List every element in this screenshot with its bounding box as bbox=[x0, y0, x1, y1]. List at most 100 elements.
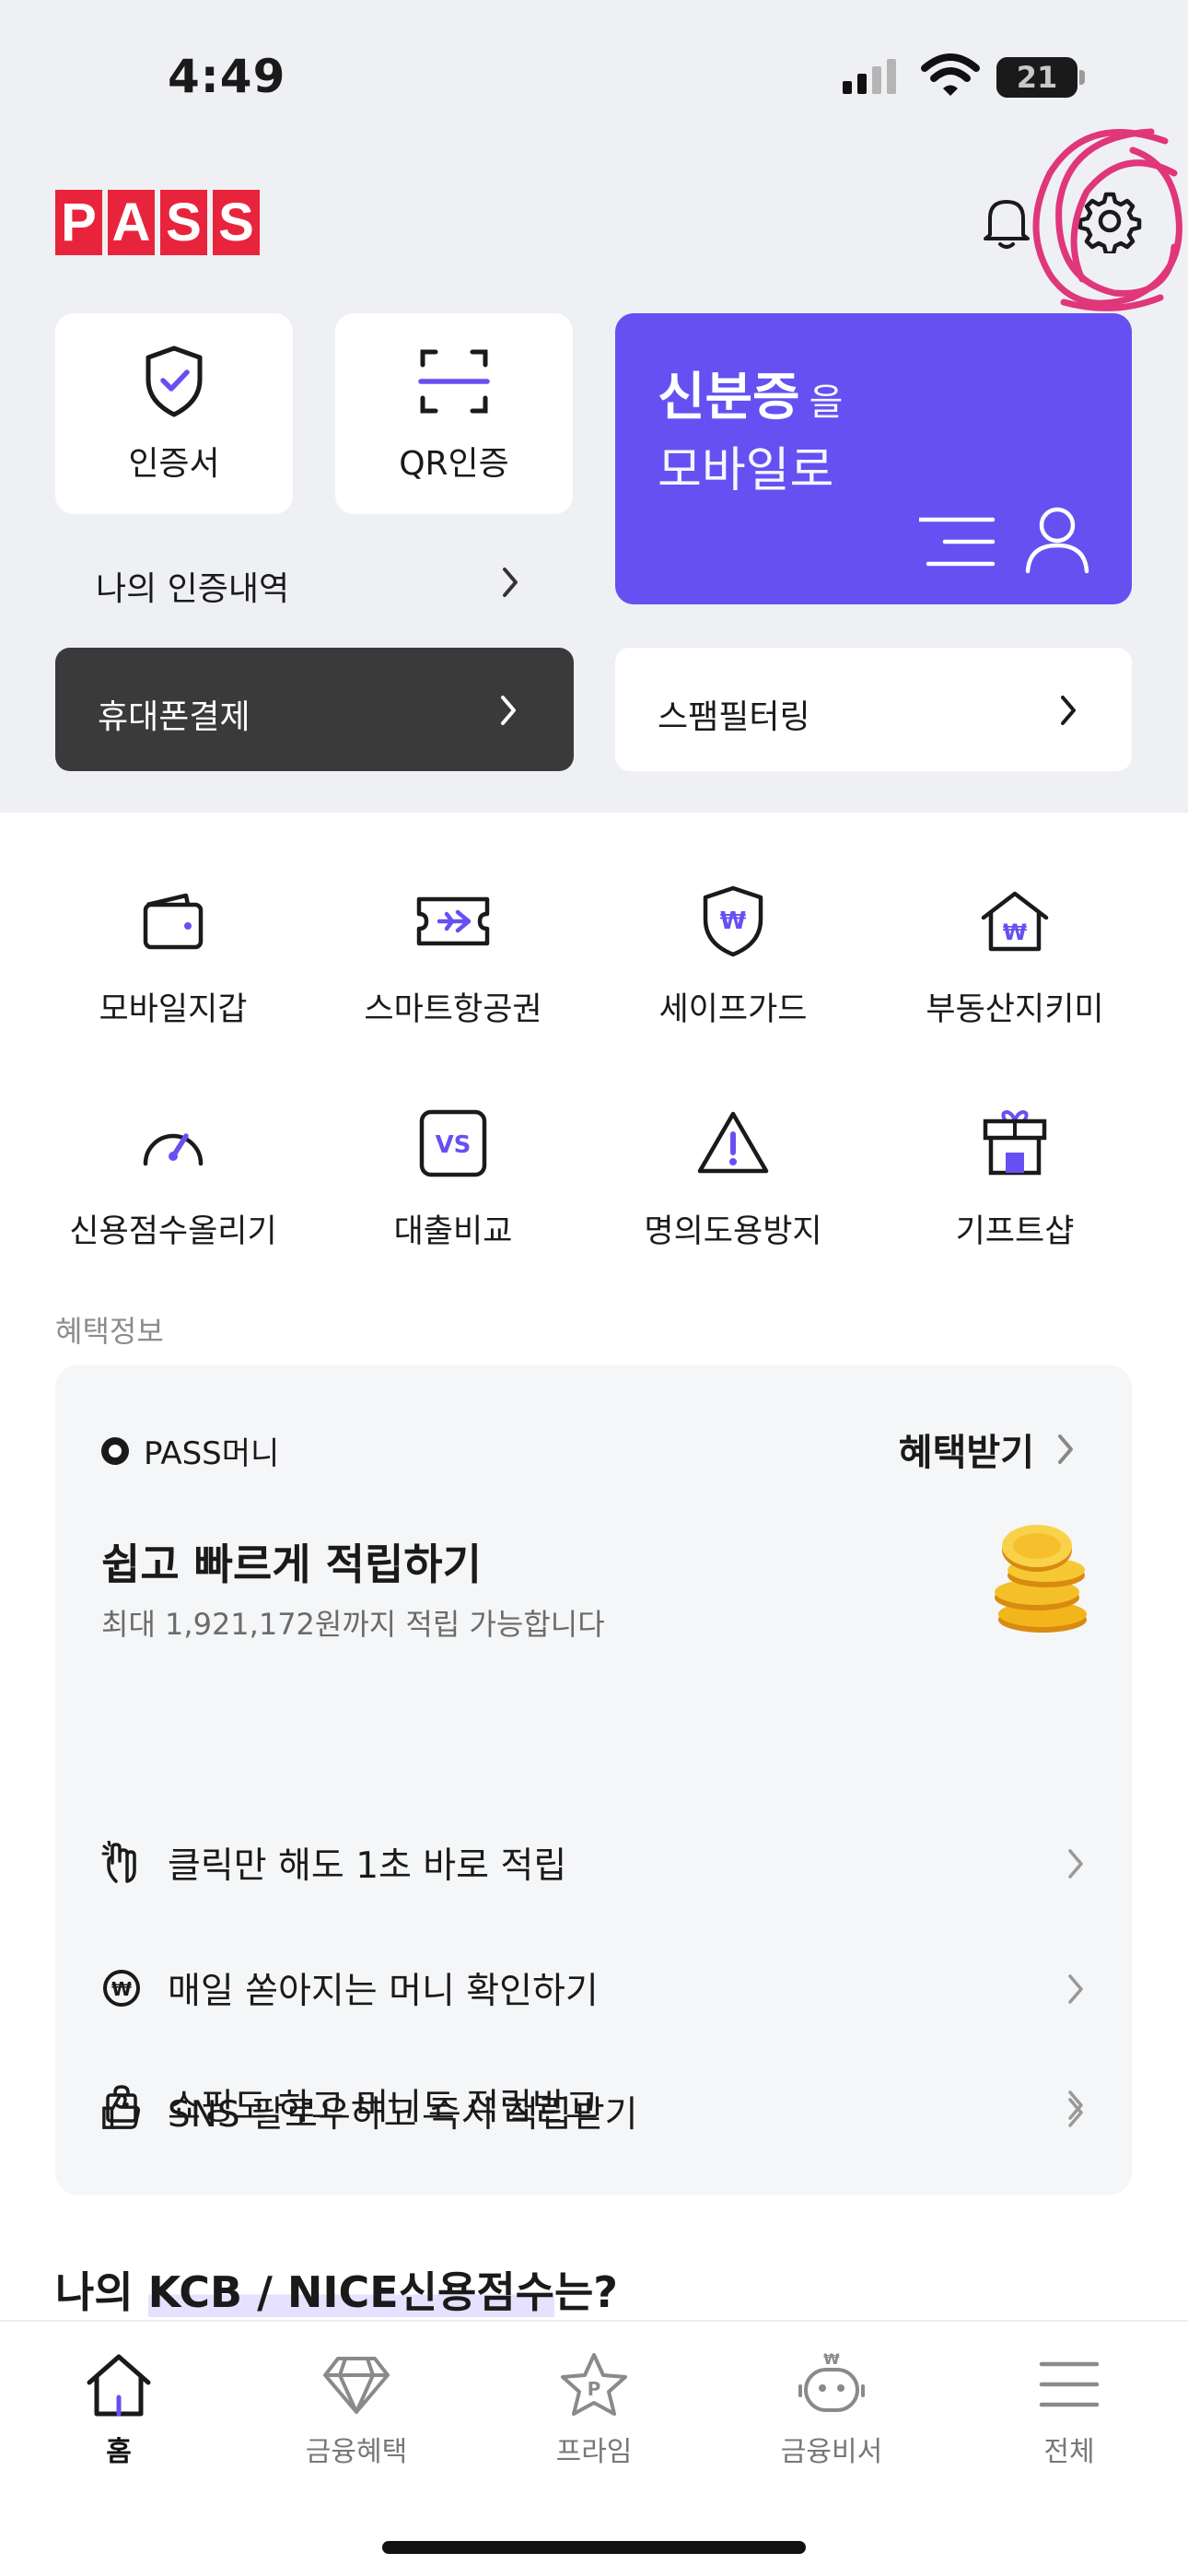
benefit-row-shopping[interactable]: 쇼핑도 하고 머니도 적립받고 bbox=[101, 2077, 1087, 2132]
auth-history-link[interactable]: 나의 인증내역 bbox=[96, 562, 289, 610]
tab-label: 프라임 bbox=[555, 2436, 633, 2468]
qr-auth-card[interactable]: QR인증 bbox=[335, 313, 573, 514]
menu-label: 스마트항공권 bbox=[364, 991, 542, 1028]
tab-label: 전체 bbox=[1043, 2436, 1095, 2468]
benefit-title: 쉽고 빠르게 적립하기 bbox=[101, 1540, 482, 1589]
svg-text:₩: ₩ bbox=[823, 2350, 840, 2368]
coin-stack-icon bbox=[995, 1525, 1087, 1633]
benefit-row-label: 클릭만 해도 1초 바로 적립 bbox=[168, 1845, 567, 1887]
menu-label: 세이프가드 bbox=[658, 991, 808, 1028]
home-indicator[interactable] bbox=[382, 2541, 806, 2554]
credit-score-prefix: 나의 bbox=[55, 2267, 148, 2317]
benefit-row-click-earn[interactable]: 클릭만 해도 1초 바로 적립 bbox=[101, 1835, 1087, 1891]
chevron-right-icon bbox=[1061, 696, 1076, 725]
spam-filter-label: 스팸필터링 bbox=[658, 698, 810, 736]
chevron-right-icon bbox=[1058, 1434, 1073, 1464]
benefit-row-daily-money[interactable]: ₩ 매일 쏟아지는 머니 확인하기 bbox=[101, 1961, 1087, 2016]
benefit-card: PASS머니 혜택받기 쉽고 빠르게 적립하기 최대 1,921,172원까지 … bbox=[55, 1365, 1132, 2195]
chevron-right-icon bbox=[1068, 1974, 1083, 2004]
menu-item-identity-theft[interactable]: 명의도용방지 bbox=[595, 1102, 871, 1252]
spam-filter-button[interactable]: 스팸필터링 bbox=[615, 648, 1132, 771]
id-card-title-suffix: 을 bbox=[809, 381, 844, 424]
tab-all-menu[interactable]: 전체 bbox=[977, 2349, 1161, 2469]
tap-hand-icon bbox=[101, 1841, 136, 1883]
gauge-icon bbox=[143, 1133, 204, 1166]
menu-item-loan-compare[interactable]: VS 대출비교 bbox=[315, 1102, 591, 1252]
menu-label: 명의도용방지 bbox=[644, 1213, 822, 1250]
logo-letter: A bbox=[108, 190, 155, 255]
certificate-label: 인증서 bbox=[128, 445, 220, 483]
menu-item-mobile-wallet[interactable]: 모바일지갑 bbox=[35, 880, 311, 1030]
menu-label: 부동산지키미 bbox=[926, 991, 1104, 1028]
id-card-subtitle: 모바일로 bbox=[658, 443, 834, 498]
shopping-bag-icon bbox=[106, 2085, 137, 2123]
pass-money-logo-icon bbox=[101, 1436, 129, 1465]
benefit-row-label: 쇼핑도 하고 머니도 적립받고 bbox=[168, 2087, 599, 2128]
certificate-card[interactable]: 인증서 bbox=[55, 313, 293, 514]
svg-text:P: P bbox=[588, 2378, 601, 2400]
svg-text:₩: ₩ bbox=[111, 1978, 132, 2000]
battery-cap bbox=[1079, 70, 1085, 85]
wifi-icon bbox=[921, 53, 980, 96]
shield-check-icon bbox=[146, 345, 203, 417]
tab-label: 홈 bbox=[106, 2436, 132, 2468]
logo-letter: S bbox=[213, 190, 260, 255]
chevron-right-icon bbox=[1068, 1849, 1083, 1879]
tab-finance-benefits[interactable]: 금융혜택 bbox=[264, 2349, 448, 2469]
tab-prime[interactable]: P 프라임 bbox=[502, 2349, 686, 2469]
tab-finance-assistant[interactable]: ₩ 금융비서 bbox=[740, 2349, 924, 2469]
tab-label: 금융비서 bbox=[780, 2436, 883, 2468]
benefit-subtitle: 최대 1,921,172원까지 적립 가능합니다 bbox=[101, 1607, 605, 1642]
chevron-right-icon bbox=[1068, 2090, 1083, 2120]
qr-auth-label: QR인증 bbox=[399, 445, 509, 483]
svg-text:₩: ₩ bbox=[1003, 919, 1028, 945]
menu-icon bbox=[1039, 2361, 1100, 2407]
wallet-icon bbox=[143, 893, 204, 950]
tab-home[interactable]: 홈 bbox=[27, 2349, 211, 2469]
battery-icon: 21 bbox=[996, 57, 1077, 98]
cellular-signal-icon bbox=[843, 59, 896, 94]
vs-icon: VS bbox=[419, 1109, 487, 1177]
logo-letter: P bbox=[55, 190, 102, 255]
menu-item-safe-guard[interactable]: ₩ 세이프가드 bbox=[595, 880, 871, 1030]
phone-payment-label: 휴대폰결제 bbox=[98, 698, 250, 736]
menu-item-credit-score[interactable]: 신용점수올리기 bbox=[35, 1102, 311, 1252]
id-card-person-icon bbox=[919, 507, 1089, 574]
section-label-benefits: 혜택정보 bbox=[55, 1314, 164, 1349]
mobile-id-card[interactable]: 신분증 을 모바일로 bbox=[615, 313, 1132, 604]
menu-label: 신용점수올리기 bbox=[69, 1213, 277, 1250]
bottom-tab-bar: 홈 금융혜택 P 프라임 ₩ 금융비서 전체 bbox=[0, 2320, 1188, 2576]
phone-payment-button[interactable]: 휴대폰결제 bbox=[55, 648, 574, 771]
tab-label: 금융혜택 bbox=[305, 2436, 408, 2468]
menu-label: 대출비교 bbox=[393, 1213, 513, 1250]
credit-score-highlight: KCB / NICE신용점수 bbox=[147, 2267, 554, 2317]
highlight-annotation-scribble bbox=[1032, 128, 1182, 311]
pass-money-brand: PASS머니 bbox=[101, 1428, 279, 1473]
chevron-right-icon bbox=[503, 568, 518, 597]
status-time: 4:49 bbox=[168, 50, 286, 103]
get-benefit-button[interactable]: 혜택받기 bbox=[899, 1423, 1077, 1476]
credit-score-heading: 나의 KCB / NICE신용점수는? bbox=[55, 2259, 618, 2320]
get-benefit-label: 혜택받기 bbox=[898, 1432, 1034, 1474]
menu-label: 기프트샵 bbox=[955, 1213, 1075, 1250]
flight-ticket-icon bbox=[416, 896, 490, 946]
pass-money-label: PASS머니 bbox=[144, 1435, 280, 1472]
menu-item-real-estate[interactable]: ₩ 부동산지키미 bbox=[877, 880, 1153, 1030]
qr-scan-icon bbox=[418, 349, 490, 414]
id-card-title-text: 신분증 bbox=[658, 368, 800, 427]
pass-logo: P A S S bbox=[55, 190, 260, 255]
id-card-title: 신분증 을 bbox=[658, 356, 843, 430]
svg-text:₩: ₩ bbox=[720, 907, 747, 935]
prime-star-icon: P bbox=[561, 2353, 627, 2416]
menu-item-smart-flight[interactable]: 스마트항공권 bbox=[315, 880, 591, 1030]
benefit-row-label: 매일 쏟아지는 머니 확인하기 bbox=[168, 1971, 599, 2012]
gift-shop-icon bbox=[983, 1110, 1047, 1176]
house-won-icon: ₩ bbox=[981, 891, 1049, 952]
menu-item-gift-shop[interactable]: 기프트샵 bbox=[877, 1102, 1153, 1252]
menu-label: 모바일지갑 bbox=[99, 991, 248, 1028]
battery-level-text: 21 bbox=[1016, 60, 1058, 95]
robot-icon: ₩ bbox=[798, 2350, 865, 2412]
svg-text:VS: VS bbox=[436, 1131, 472, 1159]
chevron-right-icon bbox=[501, 696, 516, 725]
logo-letter: S bbox=[160, 190, 207, 255]
